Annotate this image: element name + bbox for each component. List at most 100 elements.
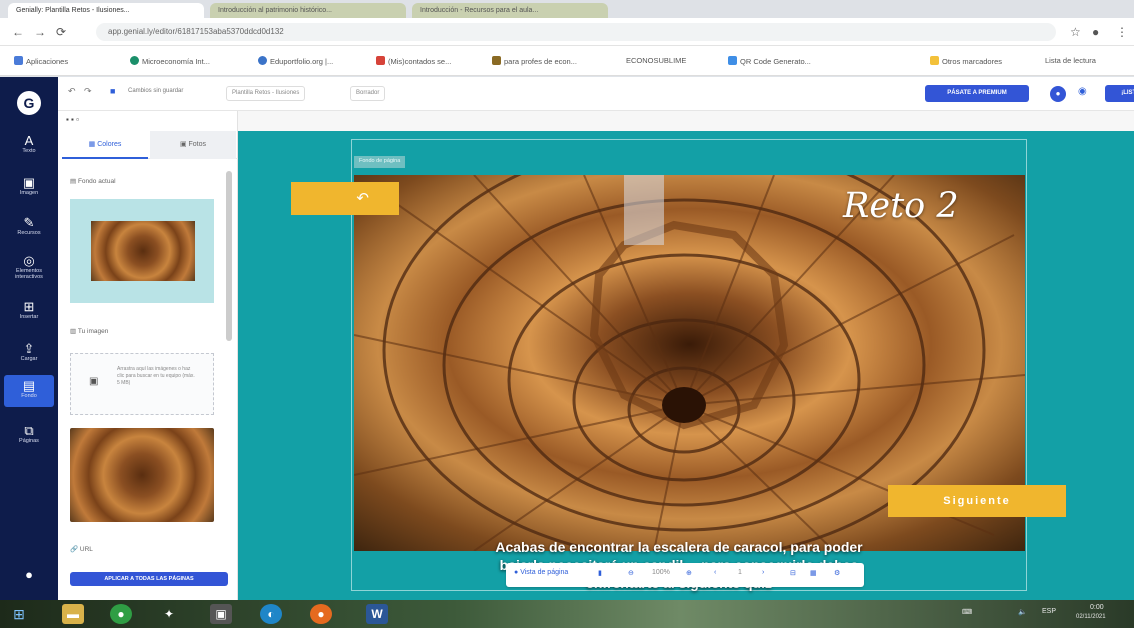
template-name-field[interactable]: Plantilla Retos - Ilusiones [226,86,306,101]
address-bar: ← → ⟳ app.genial.ly/editor/61817153aba53… [0,18,1134,46]
view-mode-label: Vista de página [520,569,569,576]
rail-item-text[interactable]: A Texto [4,133,54,154]
browser-tab[interactable]: Introducción al patrimonio histórico... [210,3,406,18]
tab-photos[interactable]: ▣ Fotos [150,131,236,159]
url-input[interactable]: app.genial.ly/editor/61817153aba5370ddcd… [96,23,1056,41]
uploaded-image-thumbnail[interactable] [70,428,214,522]
image-icon: ▣ [22,175,36,190]
collaborators-icon[interactable]: ● [1050,86,1066,102]
language-indicator[interactable]: ESP [1042,608,1056,615]
rail-item-interactive[interactable]: ◎ Elementos interactivos [4,253,54,280]
rail-item-upload[interactable]: ⇪ Cargar [4,341,54,362]
dropzone-text: Arrastra aquí las imágenes o haz clic pa… [117,366,195,386]
palette-icon: ▦ [88,141,98,148]
next-button[interactable]: Siguiente [888,485,1066,517]
canvas-bottom-bar: ● Vista de página ▮ ⊖ 100% ⊕ ‹ 1 › ⊟ ▦ ⚙ [506,563,864,587]
app-icon[interactable]: ▣ [210,604,232,624]
bookmark-label: ECONOSUBLIME [626,56,687,65]
bookmark-item[interactable]: QR Code Generato... [728,56,811,66]
profile-icon[interactable]: ● [1092,25,1099,39]
word-icon[interactable]: W [366,604,388,624]
reload-icon[interactable]: ⟳ [56,25,66,39]
back-icon[interactable]: ← [12,25,24,39]
genially-logo[interactable]: G [17,91,41,115]
url-label: URL [79,546,93,553]
save-icon[interactable]: ■ [110,86,115,96]
rail-item-insert[interactable]: ⊞ Insertar [4,299,54,320]
app-icon[interactable]: ✦ [158,604,180,624]
undo-icon[interactable]: ↶ [68,86,76,97]
preview-icon[interactable]: ◉ [1078,86,1087,97]
bookmark-label: Aplicaciones [26,57,69,66]
bookmark-item[interactable]: Otros marcadores [930,56,1002,66]
image-dropzone[interactable]: ▣ Arrastra aquí las imágenes o haz clic … [70,353,214,415]
page-background-chip: Fondo de página [354,156,406,168]
clock-time[interactable]: 0:00 [1090,604,1104,611]
bookmark-label: Eduportfolio.org |... [270,57,334,66]
edge-icon[interactable]: ◐ [260,604,282,624]
bookmark-item[interactable]: Aplicaciones [14,56,68,66]
url-link[interactable]: 🔗 URL [70,545,93,553]
rail-item-resources[interactable]: ✎ Recursos [4,215,54,236]
tab-colors-label: Colores [97,141,122,148]
tab-colors[interactable]: ▦ Colores [62,131,148,159]
volume-icon[interactable]: 🔈 [1018,608,1027,616]
back-button[interactable]: ↶ [291,182,399,215]
rail-label: Texto [22,148,36,154]
windows-taskbar: ⊞ ▬ ● ✦ ▣ ◐ ● W ⌨ 🔈 ESP 0:00 02/11/2021 [0,600,1134,628]
rail-label: Elementos interactivos [15,268,43,280]
current-background-thumbnail[interactable] [91,221,195,281]
help-icon[interactable]: ● [4,567,54,582]
current-background-preview [70,199,214,303]
apply-to-all-pages-button[interactable]: APLICAR A TODAS LAS PÁGINAS [70,572,228,586]
grid-icon[interactable]: ▮ [598,569,602,577]
browser-tab-active[interactable]: Genially: Plantilla Retos - Ilusiones... [8,3,204,18]
bookmark-item[interactable]: (Mis)contados se... [376,56,451,66]
panel-tabs: ▦ Colores ▣ Fotos [62,131,238,159]
firefox-icon[interactable]: ● [310,604,332,624]
bookmark-item[interactable]: ECONOSUBLIME [626,56,686,65]
zoom-out-icon[interactable]: ⊖ [628,569,634,577]
star-icon[interactable]: ☆ [1070,25,1081,39]
layout-icon[interactable]: ⊟ [790,569,796,577]
panel-scrollbar[interactable] [226,171,232,341]
menu-icon[interactable]: ⋮ [1116,25,1128,39]
view-mode-toggle[interactable]: ● Vista de página [514,569,568,576]
ready-button[interactable]: ¡LISTO! [1105,85,1134,102]
settings-icon[interactable]: ⚙ [834,569,840,577]
uploads-label: Tu imagen [77,328,109,335]
left-rail: G A Texto ▣ Imagen ✎ Recursos ◎ Elementos in… [0,77,58,600]
editor-canvas: Fondo de página ↶ Reto 2 Acabas de encon… [238,131,1134,600]
genially-editor: G A Texto ▣ Imagen ✎ Recursos ◎ Elementos in… [0,77,1134,600]
browser-tab[interactable]: Introducción - Recursos para el aula... [412,3,608,18]
forward-icon[interactable]: → [34,25,46,39]
bookmark-label: Otros marcadores [942,57,1003,66]
thumbnails-icon[interactable]: ▦ [810,569,817,577]
next-page-icon[interactable]: › [762,569,764,576]
rail-item-image[interactable]: ▣ Imagen [4,175,54,196]
prev-page-icon[interactable]: ‹ [714,569,716,576]
go-premium-button[interactable]: PÁSATE A PREMIUM [925,85,1029,102]
slide-title[interactable]: Reto 2 [843,186,959,226]
clock-date[interactable]: 02/11/2021 [1076,614,1106,620]
windows-start-icon[interactable]: ⊞ [8,604,30,624]
rail-label: Páginas [19,438,39,444]
bookmark-item[interactable]: para profes de econ... [492,56,577,66]
redo-icon[interactable]: ↷ [84,86,92,97]
photo-icon: ▣ [179,141,189,148]
save-status: Cambios sin guardar [128,88,184,94]
bookmark-item[interactable]: Lista de lectura [1045,56,1096,65]
file-explorer-icon[interactable]: ▬ [62,604,84,624]
keyboard-icon[interactable]: ⌨ [962,608,972,616]
rail-label: Cargar [20,356,38,362]
bookmark-item[interactable]: Eduportfolio.org |... [258,56,333,66]
rail-label: Insertar [19,314,39,320]
chrome-icon[interactable]: ● [110,604,132,624]
bookmark-item[interactable]: Microeconomía Int... [130,56,210,66]
rail-item-pages[interactable]: ⧉ Páginas [4,423,54,444]
zoom-in-icon[interactable]: ⊕ [686,569,692,577]
rail-item-background[interactable]: ▤ Fondo [4,375,54,407]
bookmark-label: QR Code Generato... [740,57,811,66]
interactive-icon: ◎ [23,253,35,268]
uploads-heading: ▥ Tu imagen [70,328,109,335]
